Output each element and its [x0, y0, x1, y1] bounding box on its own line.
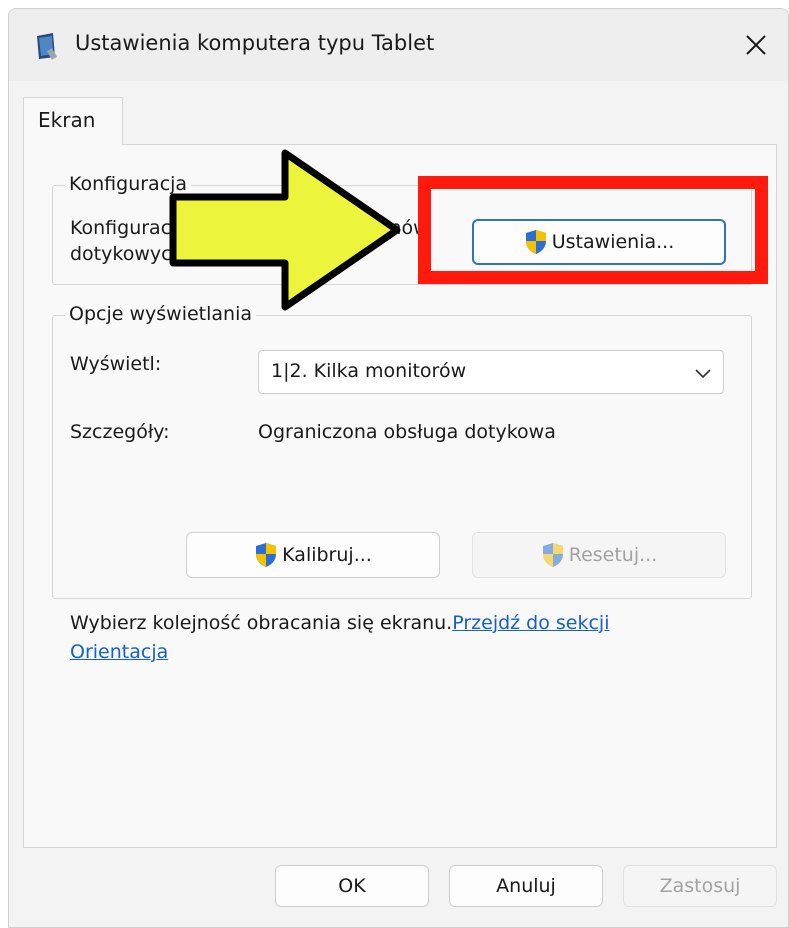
- chevron-down-icon: [695, 369, 711, 379]
- ok-button-label: OK: [338, 875, 366, 897]
- yellow-arrow-right-icon: [169, 149, 401, 311]
- tablet-pc-icon: [37, 33, 58, 60]
- reset-button-label: Resetuj...: [568, 544, 658, 566]
- close-icon: [746, 35, 766, 55]
- calibrate-button[interactable]: Kalibruj...: [186, 532, 440, 578]
- tab-ekran[interactable]: Ekran: [23, 97, 123, 145]
- uac-shield-icon: [542, 543, 563, 567]
- cancel-button[interactable]: Anuluj: [449, 865, 603, 907]
- display-select[interactable]: 1|2. Kilka monitorów: [258, 350, 724, 394]
- tab-ekran-label: Ekran: [38, 108, 96, 132]
- reset-button[interactable]: Resetuj...: [472, 532, 726, 578]
- display-select-value: 1|2. Kilka monitorów: [271, 360, 467, 382]
- highlight-box: [418, 176, 768, 284]
- details-label: Szczegóły:: [70, 421, 170, 443]
- cancel-button-label: Anuluj: [496, 875, 556, 897]
- orientation-hint-text: Wybierz kolejność obracania się ekranu.: [70, 612, 453, 634]
- calibrate-button-label: Kalibruj...: [282, 544, 372, 566]
- window-title: Ustawienia komputera typu Tablet: [75, 31, 435, 55]
- title-bar: Ustawienia komputera typu Tablet: [9, 9, 788, 81]
- uac-shield-icon: [256, 543, 277, 567]
- details-value: Ograniczona obsługa dotykowa: [258, 421, 556, 443]
- display-label: Wyświetl:: [70, 353, 162, 375]
- orientation-hint: Wybierz kolejność obracania się ekranu.P…: [70, 609, 670, 667]
- apply-button-label: Zastosuj: [659, 875, 741, 897]
- apply-button[interactable]: Zastosuj: [623, 865, 777, 907]
- close-button[interactable]: [724, 9, 788, 81]
- ok-button[interactable]: OK: [275, 865, 429, 907]
